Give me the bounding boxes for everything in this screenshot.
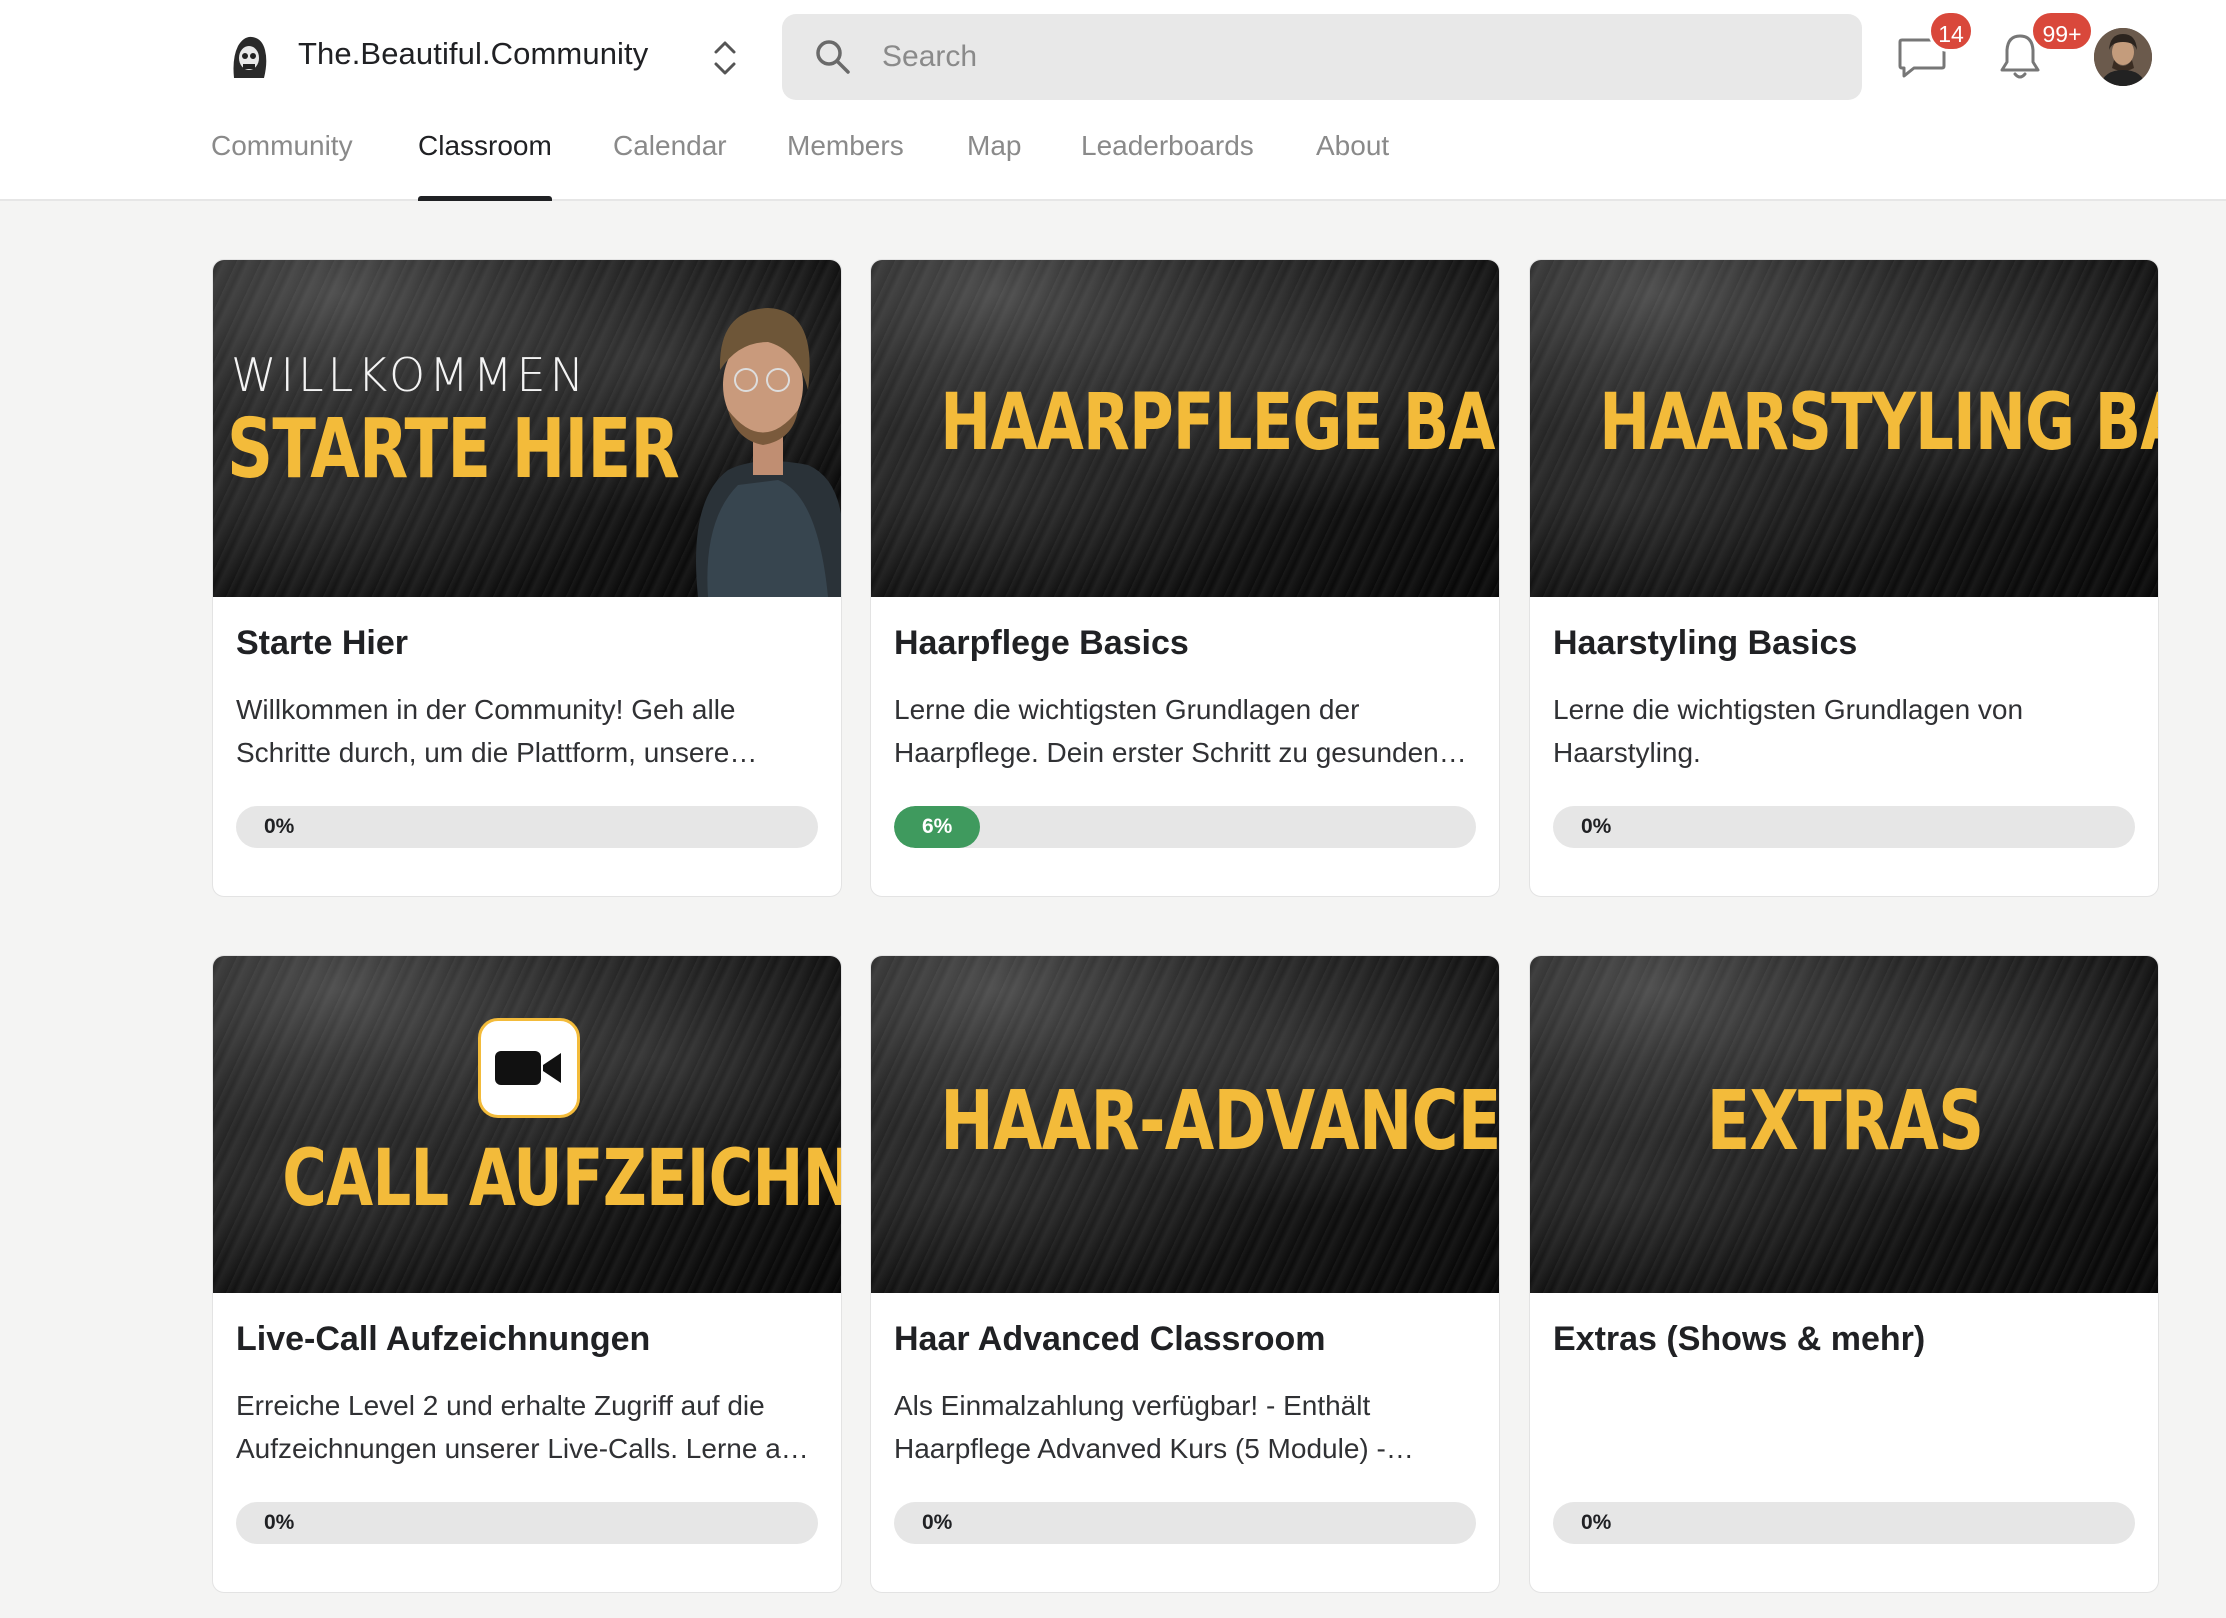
course-progress-bar: 0% (1553, 1502, 2135, 1544)
search-input[interactable] (882, 14, 1822, 100)
community-switcher-icon[interactable] (708, 36, 742, 80)
cover-title: HAARPFLEGE BASICS (940, 378, 1499, 468)
top-header: The.Beautiful.Community 14 99+ (0, 0, 2226, 201)
course-progress-bar: 0% (236, 806, 818, 848)
course-title: Starte Hier (236, 624, 408, 662)
course-title: Haarstyling Basics (1553, 624, 1858, 662)
course-description: Erreiche Level 2 und erhalte Zugriff auf… (236, 1390, 809, 1464)
cover-title: HAAR-ADVANCED (940, 1074, 1500, 1169)
course-progress-bar: 0% (894, 1502, 1476, 1544)
course-cover-image: CALL AUFZEICHNUNGEN (213, 956, 841, 1293)
search-icon (814, 38, 852, 76)
chat-badge: 14 (1928, 10, 1974, 52)
tab-members[interactable]: Members (787, 130, 904, 201)
course-title: Haar Advanced Classroom (894, 1320, 1326, 1358)
progress-label: 0% (264, 815, 295, 838)
progress-label: 6% (922, 815, 953, 838)
tab-calendar[interactable]: Calendar (613, 130, 727, 201)
progress-label: 0% (922, 1511, 953, 1534)
host-portrait-image (696, 308, 841, 597)
cover-subtitle: WILLKOMMEN (231, 348, 589, 402)
tab-map[interactable]: Map (967, 130, 1021, 201)
course-cover-image: EXTRAS (1530, 956, 2158, 1293)
community-name[interactable]: The.Beautiful.Community (298, 36, 648, 72)
progress-label: 0% (1581, 1511, 1612, 1534)
community-logo-icon[interactable] (220, 28, 278, 86)
course-cover-image: HAAR-ADVANCED (871, 956, 1500, 1293)
notifications-badge: 99+ (2030, 10, 2094, 52)
tab-leaderboards[interactable]: Leaderboards (1081, 130, 1254, 201)
cover-title: EXTRAS (1706, 1074, 1985, 1169)
course-card-starte-hier[interactable]: WILLKOMMEN STARTE HIER Starte Hier Willk… (212, 259, 842, 897)
course-progress-bar: 6% (894, 806, 1476, 848)
tab-classroom[interactable]: Classroom (418, 130, 552, 201)
course-card-haarpflege-basics[interactable]: HAARPFLEGE BASICS Haarpflege Basics Lern… (870, 259, 1500, 897)
course-description (1553, 1384, 2143, 1470)
course-progress-bar: 0% (1553, 806, 2135, 848)
user-avatar[interactable] (2094, 28, 2152, 86)
course-progress-bar: 0% (236, 1502, 818, 1544)
progress-label: 0% (264, 1511, 295, 1534)
course-cover-image: WILLKOMMEN STARTE HIER (213, 260, 841, 597)
course-card-haarstyling-basics[interactable]: HAARSTYLING BASICS Haarstyling Basics Le… (1529, 259, 2159, 897)
course-card-extras[interactable]: EXTRAS Extras (Shows & mehr) 0% (1529, 955, 2159, 1593)
tab-community[interactable]: Community (211, 130, 353, 201)
course-card-haar-advanced[interactable]: HAAR-ADVANCED Haar Advanced Classroom Al… (870, 955, 1500, 1593)
course-description: Lerne die wichtigsten Grundlagen von Haa… (1553, 694, 2024, 768)
course-title: Extras (Shows & mehr) (1553, 1320, 1926, 1358)
video-camera-icon (478, 1018, 580, 1118)
cover-title: HAARSTYLING BASICS (1599, 378, 2158, 468)
course-title: Haarpflege Basics (894, 624, 1189, 662)
course-cover-image: HAARSTYLING BASICS (1530, 260, 2158, 597)
tab-about[interactable]: About (1316, 130, 1389, 201)
course-card-live-call[interactable]: CALL AUFZEICHNUNGEN Live-Call Aufzeichnu… (212, 955, 842, 1593)
course-description: Lerne die wichtigsten Grundlagen der Haa… (894, 694, 1467, 768)
course-description: Als Einmalzahlung verfügbar! - Enthält H… (894, 1390, 1414, 1464)
course-description: Willkommen in der Community! Geh alle Sc… (236, 694, 758, 768)
course-title: Live-Call Aufzeichnungen (236, 1320, 651, 1358)
cover-title: CALL AUFZEICHNUNGEN (282, 1134, 841, 1224)
course-cover-image: HAARPFLEGE BASICS (871, 260, 1499, 597)
progress-label: 0% (1581, 815, 1612, 838)
search-bar[interactable] (782, 14, 1862, 100)
